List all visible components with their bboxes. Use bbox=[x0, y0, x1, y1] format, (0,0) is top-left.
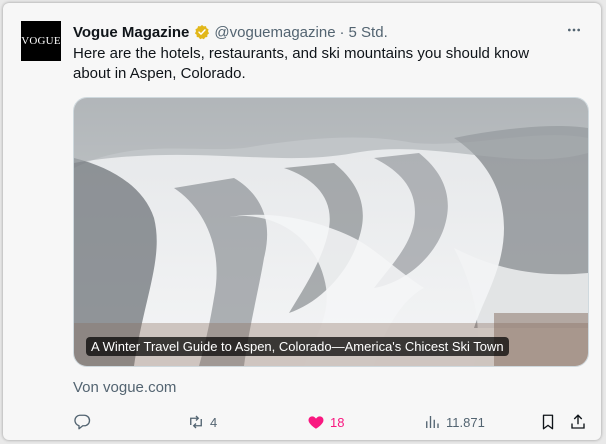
share-button[interactable] bbox=[569, 409, 587, 435]
share-icon bbox=[569, 413, 587, 431]
post-header: Vogue Magazine @voguemagazine · 5 Std. bbox=[73, 22, 571, 42]
more-options-icon[interactable] bbox=[563, 19, 585, 41]
post-card[interactable]: VOGUE Vogue Magazine @voguemagazine · 5 … bbox=[3, 3, 601, 440]
author-handle[interactable]: @voguemagazine bbox=[214, 24, 335, 41]
header-separator: · bbox=[339, 23, 345, 41]
ski-mountain-photo bbox=[74, 98, 588, 366]
views-button[interactable]: 11.871 bbox=[423, 409, 485, 435]
like-count: 18 bbox=[330, 414, 345, 430]
heart-icon bbox=[307, 413, 325, 431]
repost-icon bbox=[187, 413, 205, 431]
avatar-logo-text: VOGUE bbox=[21, 35, 61, 47]
link-card-caption: A Winter Travel Guide to Aspen, Colorado… bbox=[86, 337, 509, 356]
link-source[interactable]: Von vogue.com bbox=[73, 379, 176, 396]
reply-button[interactable] bbox=[73, 409, 91, 435]
action-bar: 4 18 11.871 bbox=[73, 409, 593, 435]
post-timestamp[interactable]: 5 Std. bbox=[349, 24, 388, 41]
bookmark-button[interactable] bbox=[539, 409, 557, 435]
link-card-image[interactable]: A Winter Travel Guide to Aspen, Colorado… bbox=[73, 97, 589, 367]
like-button[interactable]: 18 bbox=[307, 409, 344, 435]
author-name[interactable]: Vogue Magazine bbox=[73, 24, 189, 41]
repost-button[interactable]: 4 bbox=[187, 409, 217, 435]
bookmark-icon bbox=[539, 413, 557, 431]
views-count: 11.871 bbox=[446, 414, 485, 430]
repost-count: 4 bbox=[210, 414, 218, 430]
reply-icon bbox=[73, 413, 91, 431]
post-text: Here are the hotels, restaurants, and sk… bbox=[73, 45, 530, 82]
views-chart-icon bbox=[423, 413, 441, 431]
avatar[interactable]: VOGUE bbox=[21, 21, 61, 61]
verified-badge-icon[interactable] bbox=[194, 24, 210, 40]
